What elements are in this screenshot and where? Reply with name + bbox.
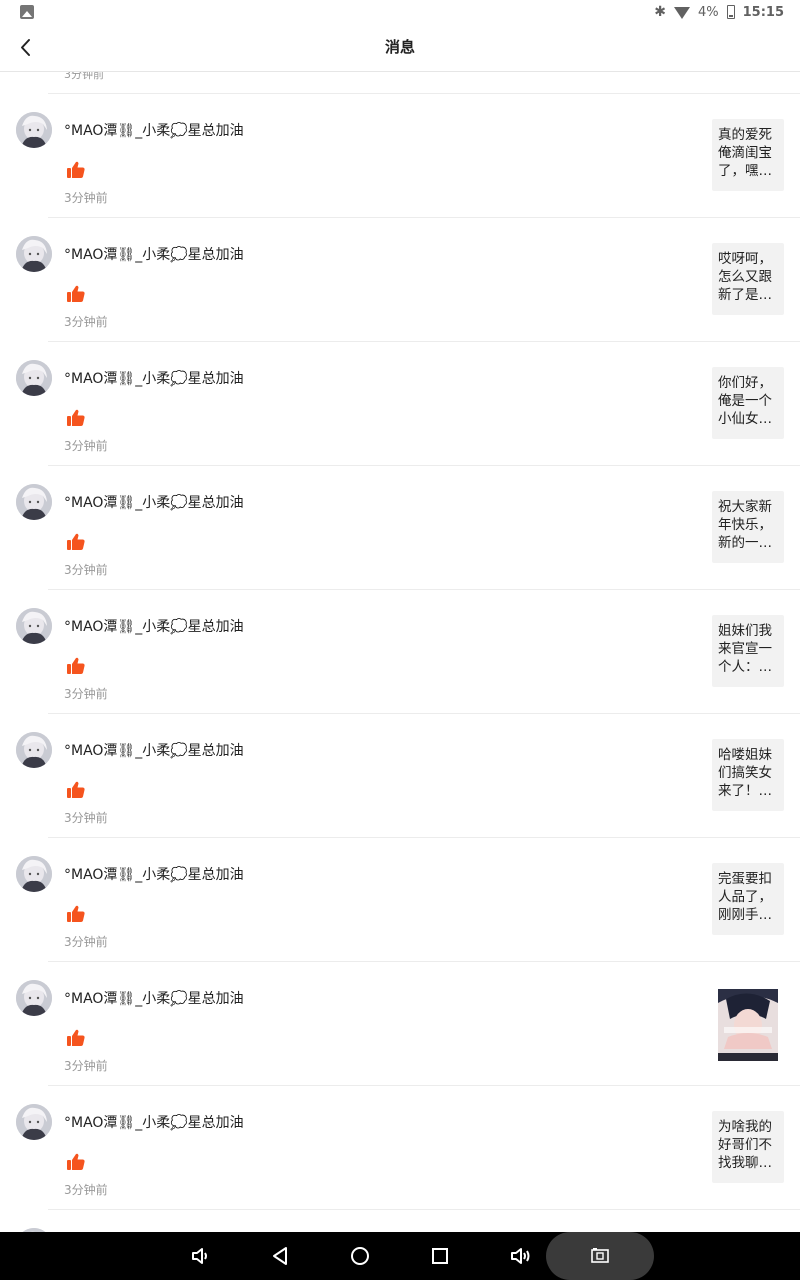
notification-item[interactable]: °MAO潭⛓_小柔💭星总加油 3分钟前 祝大家新年快乐，新的一… [0,466,800,590]
avatar[interactable] [16,1104,52,1140]
screenshot-icon [591,1248,609,1263]
post-preview-text: 为啥我的好哥们不找我聊… [718,1119,772,1171]
avatar[interactable] [16,608,52,644]
notification-item[interactable]: °MAO潭⛓_小柔💭星总加油 3分钟前 [0,962,800,1086]
user-name[interactable]: °MAO潭⛓_小柔💭星总加油 [64,988,244,1008]
avatar[interactable] [16,236,52,272]
back-button[interactable] [10,32,42,64]
battery-icon [726,5,735,19]
wifi-icon [673,7,690,19]
time-label: 3分钟前 [64,315,108,329]
back-nav-button[interactable] [268,1244,292,1268]
post-preview-text: 完蛋要扣人品了，刚刚手… [718,871,772,923]
thumbs-up-icon [66,904,86,924]
user-name[interactable]: °MAO潭⛓_小柔💭星总加油 [64,244,244,264]
post-preview-text: 你们好，俺是一个小仙女… [718,375,772,427]
time-label: 3分钟前 [64,687,108,701]
notification-item[interactable]: °MAO潭⛓_小柔💭星总加油 3分钟前 哈喽姐妹们搞笑女来了！… [0,714,800,838]
app-header: 消息 [0,24,800,72]
notification-list[interactable]: 3分钟前 °MAO潭⛓_小柔💭星总加油 3分钟前 真的爱死俺滴闺宝了，嘿… °M… [0,72,800,1232]
thumbs-up-icon [66,532,86,552]
thumbs-up-icon [66,656,86,676]
gallery-icon [20,5,34,19]
notification-item[interactable]: °MAO潭⛓_小柔💭星总加油 3分钟前 完蛋要扣人品了，刚刚手… [0,838,800,962]
user-name[interactable]: °MAO潭⛓_小柔💭星总加油 [64,368,244,388]
post-preview[interactable]: 为啥我的好哥们不找我聊… [712,1111,784,1183]
post-preview[interactable]: 姐妹们我来官宣一个人：… [712,615,784,687]
post-preview[interactable]: 祝大家新年快乐，新的一… [712,491,784,563]
thumbs-up-icon [66,780,86,800]
user-name[interactable]: °MAO潭⛓_小柔💭星总加油 [64,120,244,140]
volume-down-button[interactable] [188,1244,212,1268]
post-preview[interactable]: 哈喽姐妹们搞笑女来了！… [712,739,784,811]
home-circle-icon [351,1247,369,1265]
user-name[interactable]: °MAO潭⛓_小柔💭星总加油 [64,740,244,760]
screenshot-button[interactable] [546,1232,654,1280]
avatar[interactable] [16,856,52,892]
partial-time-label: 3分钟前 [64,72,104,81]
time-label: 3分钟前 [64,191,108,205]
time-label: 3分钟前 [64,1059,108,1073]
time-label: 3分钟前 [64,935,108,949]
post-preview-text: 祝大家新年快乐，新的一… [718,499,772,551]
bluetooth-icon: ✱ [654,4,666,20]
post-preview-text: 哎呀呵，怎么又跟新了是… [718,251,772,303]
status-bar: ✱ 4% 15:15 [0,0,800,24]
post-preview-text: 真的爱死俺滴闺宝了，嘿… [718,127,772,179]
thumbs-up-icon [66,160,86,180]
home-nav-button[interactable] [348,1244,372,1268]
volume-down-icon [192,1248,207,1264]
time-label: 3分钟前 [64,439,108,453]
user-name[interactable]: °MAO潭⛓_小柔💭星总加油 [64,1112,244,1132]
notification-item[interactable]: °MAO潭⛓_小柔💭星总加油 3分钟前 姐妹们我来官宣一个人：… [0,590,800,714]
divider [48,1209,800,1210]
user-name[interactable]: °MAO潭⛓_小柔💭星总加油 [64,492,244,512]
avatar[interactable] [16,732,52,768]
notification-item[interactable]: °MAO潭⛓_小柔💭星总加油 3分钟前 哎呀呵，怎么又跟新了是… [0,218,800,342]
post-preview[interactable]: 真的爱死俺滴闺宝了，嘿… [712,119,784,191]
post-preview-text: 哈喽姐妹们搞笑女来了！… [718,747,772,799]
volume-up-button[interactable] [508,1244,532,1268]
preview-thumbnail-image[interactable] [718,989,778,1061]
clock: 15:15 [742,4,784,20]
avatar[interactable] [16,484,52,520]
post-preview-text: 姐妹们我来官宣一个人：… [718,623,772,675]
user-name[interactable]: °MAO潭⛓_小柔💭星总加油 [64,616,244,636]
page-title: 消息 [384,38,415,56]
thumbs-up-icon [66,1152,86,1172]
post-preview[interactable]: 完蛋要扣人品了，刚刚手… [712,863,784,935]
avatar[interactable] [16,360,52,396]
system-nav-bar [0,1232,800,1280]
user-name[interactable]: °MAO潭⛓_小柔💭星总加油 [64,864,244,884]
thumbs-up-icon [66,1028,86,1048]
time-label: 3分钟前 [64,1183,108,1197]
thumbs-up-icon [66,408,86,428]
status-indicators: ✱ 4% 15:15 [654,3,784,21]
chevron-left-icon [21,39,30,56]
recents-nav-button[interactable] [428,1244,452,1268]
avatar[interactable] [16,112,52,148]
recents-square-icon [432,1248,448,1264]
time-label: 3分钟前 [64,563,108,577]
back-triangle-icon [273,1247,287,1265]
notification-item[interactable]: °MAO潭⛓_小柔💭星总加油 3分钟前 你们好，俺是一个小仙女… [0,342,800,466]
volume-up-icon [511,1248,530,1264]
battery-percent: 4% [697,4,719,20]
time-label: 3分钟前 [64,811,108,825]
post-preview[interactable]: 你们好，俺是一个小仙女… [712,367,784,439]
notification-item[interactable]: °MAO潭⛓_小柔💭星总加油 3分钟前 为啥我的好哥们不找我聊… [0,1086,800,1210]
thumbs-up-icon [66,284,86,304]
notification-item[interactable]: °MAO潭⛓_小柔💭星总加油 3分钟前 真的爱死俺滴闺宝了，嘿… [0,94,800,218]
avatar[interactable] [16,980,52,1016]
post-preview[interactable]: 哎呀呵，怎么又跟新了是… [712,243,784,315]
